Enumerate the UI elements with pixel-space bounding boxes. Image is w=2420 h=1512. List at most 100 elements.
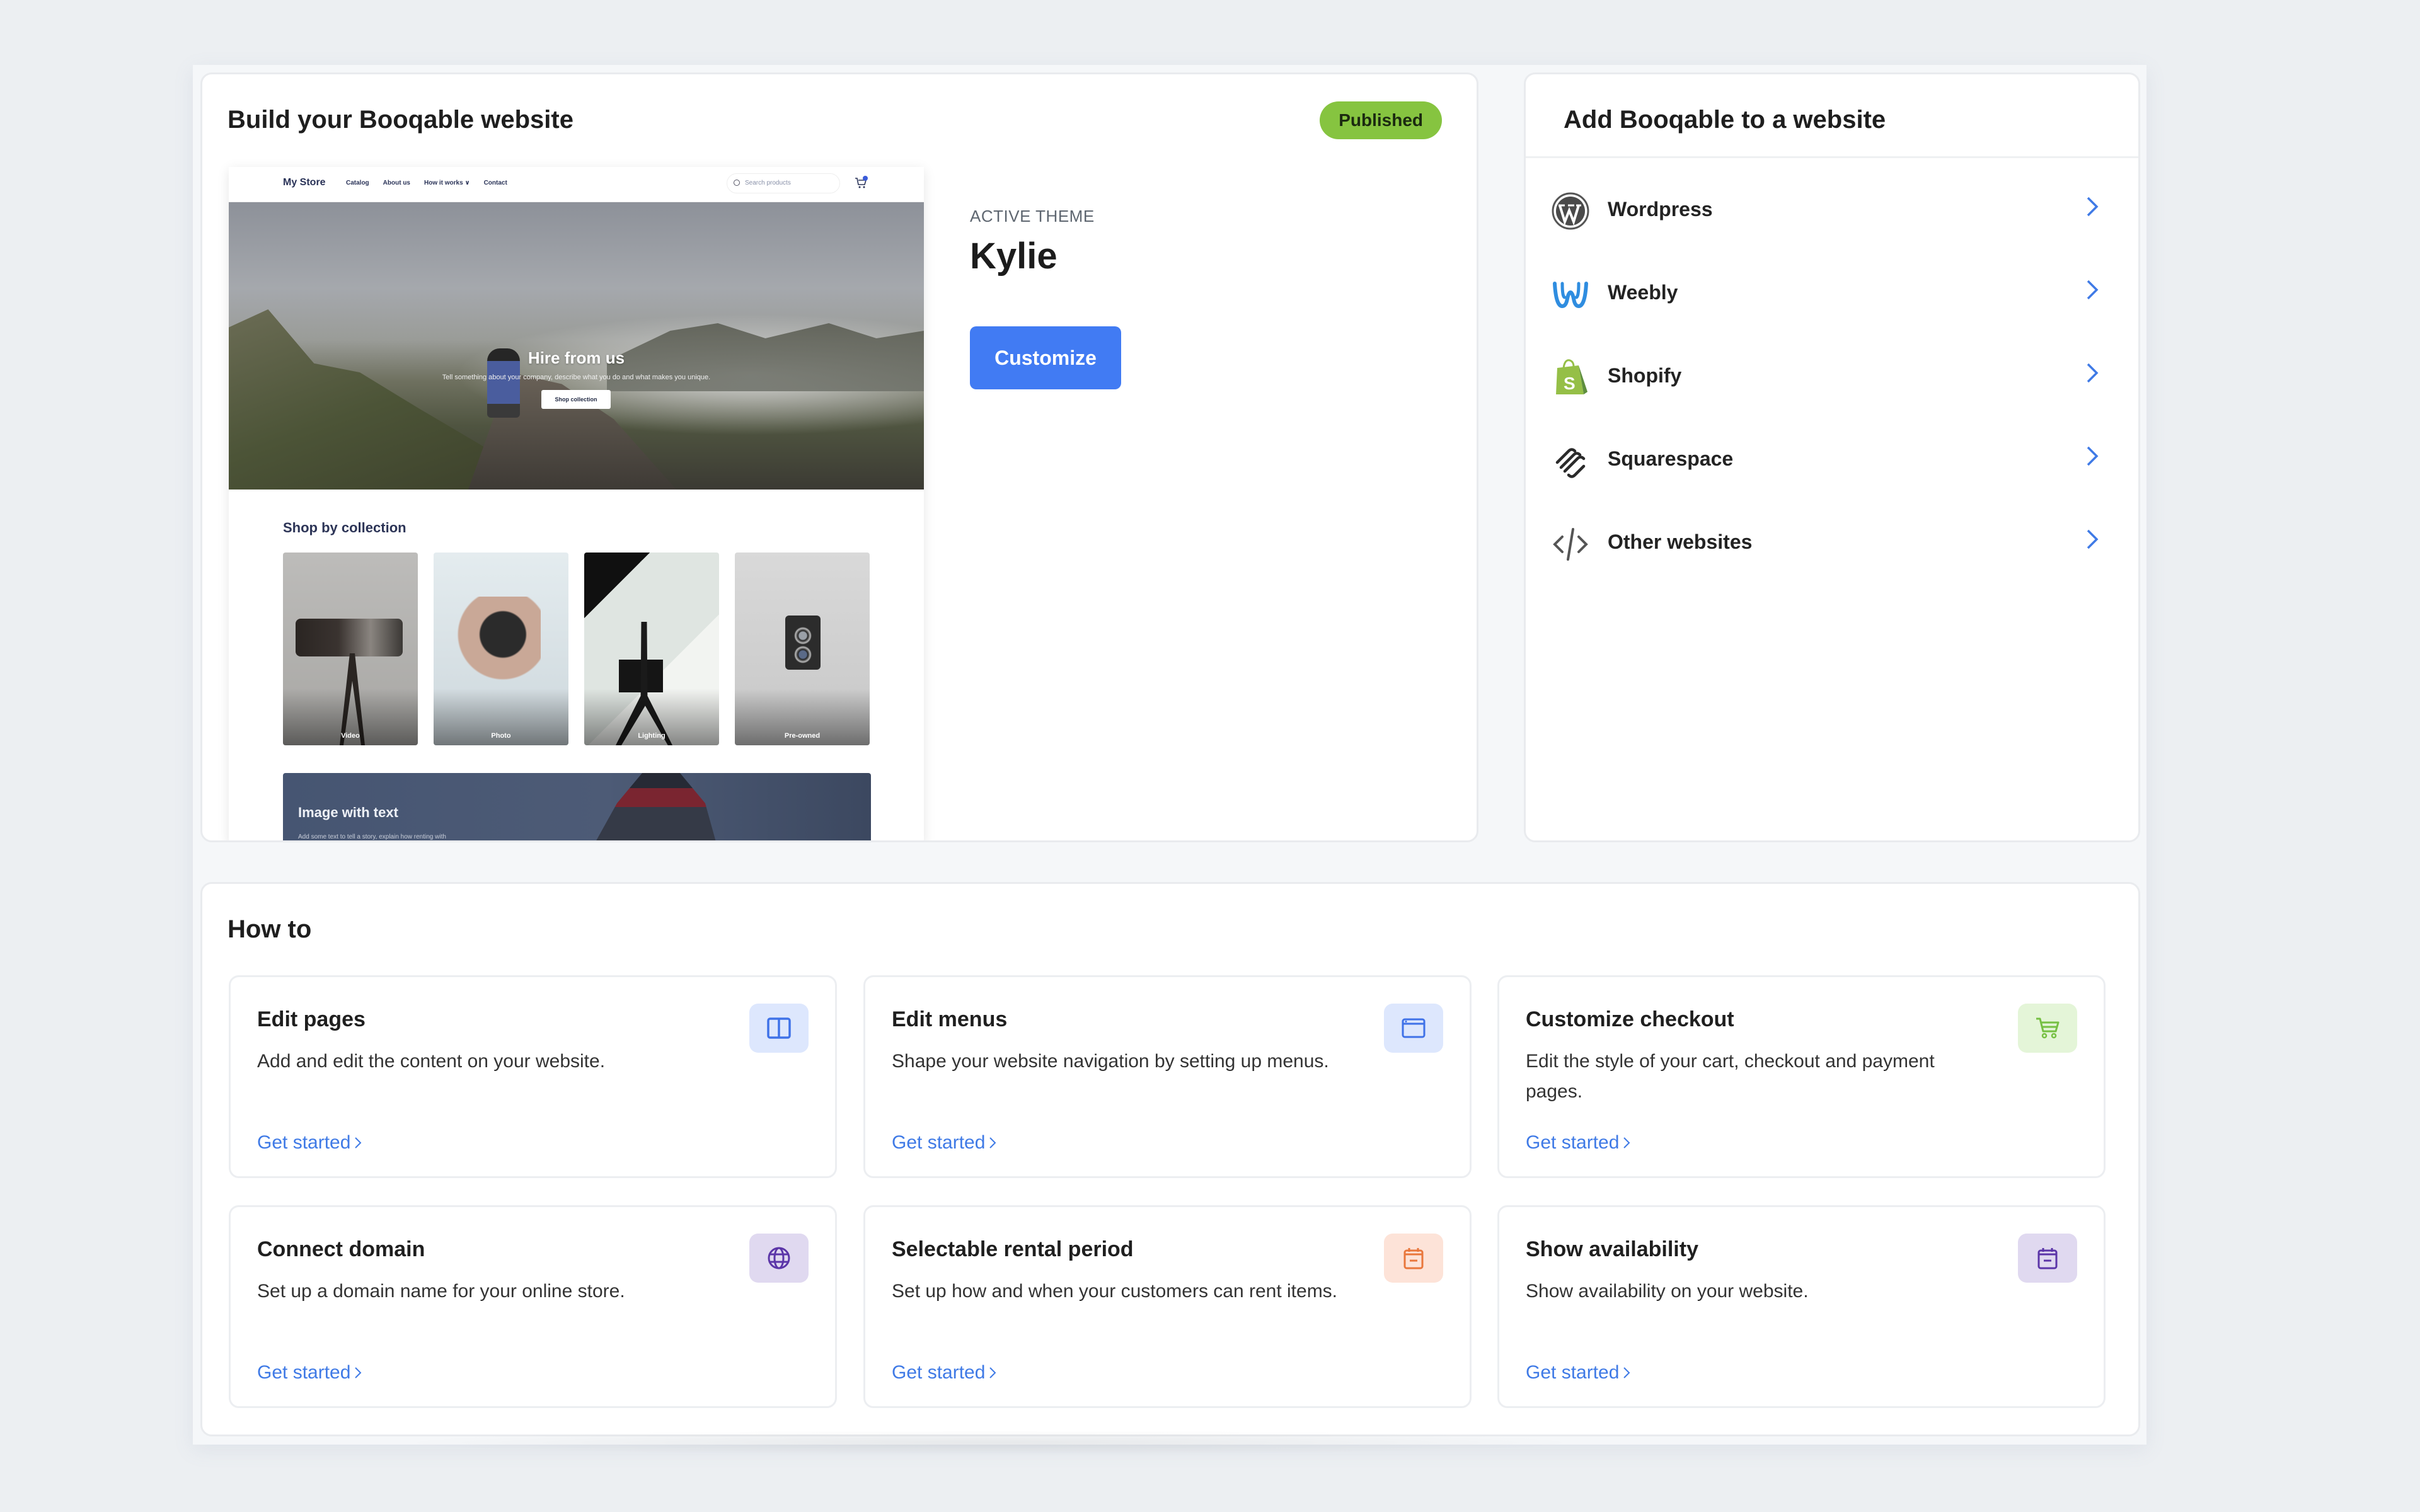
active-theme-name: Kylie [970, 236, 1057, 277]
preview-collections: Video Photo Lighting Pre-owned [283, 553, 870, 745]
preview-search: Search products [727, 173, 840, 193]
get-started-label: Get started [892, 1362, 986, 1383]
calendar-icon [2037, 1248, 2058, 1269]
get-started-link[interactable]: Get started [257, 1362, 362, 1383]
add-booqable-card: Add Booqable to a website Wordpress Weeb… [1524, 72, 2140, 842]
get-started-label: Get started [892, 1132, 986, 1153]
preview-search-placeholder: Search products [745, 180, 791, 186]
tile-title: Customize checkout [1526, 1007, 1734, 1031]
integration-shopify[interactable]: S Shopify [1526, 335, 2138, 418]
preview-hero: Hire from us Tell something about your c… [229, 202, 924, 490]
how-to-tile-connect-domain[interactable]: Connect domain Set up a domain name for … [229, 1205, 837, 1408]
preview-nav-links: Catalog About us How it works ∨ Contact [346, 180, 507, 186]
shopify-icon: S [1556, 359, 1587, 394]
chevron-right-icon [2087, 197, 2099, 217]
collection-label: Video [283, 689, 418, 745]
chevron-right-icon [2087, 280, 2099, 300]
get-started-label: Get started [1526, 1362, 1620, 1383]
calendar-icon-wrap [1384, 1234, 1443, 1283]
get-started-link[interactable]: Get started [1526, 1132, 1630, 1154]
preview-image-text-body: Add some text to tell a story, explain h… [298, 833, 446, 840]
chevron-right-icon [2087, 446, 2099, 466]
tile-description: Shape your website navigation by setting… [892, 1051, 1329, 1072]
customize-button[interactable]: Customize [970, 326, 1121, 389]
get-started-link[interactable]: Get started [892, 1132, 996, 1154]
how-to-tile-edit-pages[interactable]: Edit pages Add and edit the content on y… [229, 975, 837, 1178]
how-to-card: How to Edit pages Add and edit the conte… [200, 882, 2140, 1436]
how-to-tile-show-availability[interactable]: Show availability Show availability on y… [1497, 1205, 2106, 1408]
integration-label: Squarespace [1608, 447, 1734, 470]
preview-nav-link: How it works ∨ [424, 180, 470, 186]
collection-tile-lighting: Lighting [584, 553, 719, 745]
preview-nav-link: Catalog [346, 180, 369, 186]
preview-hero-subtitle: Tell something about your company, descr… [442, 374, 711, 381]
hand-camera-shape [446, 597, 541, 691]
globe-icon [768, 1247, 790, 1269]
tile-title: Selectable rental period [892, 1237, 1134, 1261]
add-booqable-title: Add Booqable to a website [1564, 106, 1886, 134]
cart-icon [2036, 1017, 2060, 1039]
collection-tile-preowned: Pre-owned [735, 553, 870, 745]
tile-description: Add and edit the content on your website… [257, 1051, 606, 1072]
preview-hero-button: Shop collection [541, 390, 611, 409]
cart-icon [855, 176, 868, 188]
preview-navbar: My Store Catalog About us How it works ∨… [229, 167, 924, 202]
integration-label: Wordpress [1608, 198, 1713, 220]
lens-shape [794, 646, 812, 663]
preview-collection-title: Shop by collection [283, 520, 406, 536]
integration-other-websites[interactable]: Other websites [1526, 501, 2138, 585]
status-badge: Published [1320, 101, 1442, 139]
get-started-label: Get started [1526, 1132, 1620, 1153]
how-to-tile-customize-checkout[interactable]: Customize checkout Edit the style of you… [1497, 975, 2106, 1178]
tile-description: Set up how and when your customers can r… [892, 1281, 1338, 1302]
get-started-link[interactable]: Get started [1526, 1362, 1630, 1383]
columns-icon [767, 1017, 791, 1039]
browser-window-icon-wrap [1384, 1004, 1443, 1053]
squarespace-icon [1555, 448, 1586, 478]
video-camera-shape [296, 619, 403, 656]
preview-image-text-title: Image with text [298, 805, 398, 820]
chevron-right-icon [2087, 363, 2099, 383]
tile-title: Connect domain [257, 1237, 425, 1261]
divider [1526, 156, 2138, 158]
tile-title: Show availability [1526, 1237, 1698, 1261]
chevron-right-icon [1623, 1367, 1630, 1378]
integration-label: Shopify [1608, 364, 1682, 387]
calendar-icon [1403, 1248, 1424, 1269]
get-started-link[interactable]: Get started [892, 1362, 996, 1383]
photographer-shape [592, 773, 718, 840]
get-started-link[interactable]: Get started [257, 1132, 362, 1154]
chevron-right-icon [355, 1137, 362, 1148]
lens-shape [794, 627, 812, 644]
tile-description: Set up a domain name for your online sto… [257, 1281, 625, 1302]
calendar-icon-wrap [2018, 1234, 2077, 1283]
tile-description: Show availability on your website. [1526, 1281, 1809, 1302]
get-started-label: Get started [257, 1362, 351, 1383]
integration-weebly[interactable]: Weebly [1526, 252, 2138, 335]
code-icon [1553, 528, 1588, 561]
cart-icon-wrap [2018, 1004, 2077, 1053]
globe-icon-wrap [749, 1234, 809, 1283]
preview-nav-link: About us [383, 180, 410, 186]
collection-label: Pre-owned [735, 689, 870, 745]
integration-wordpress[interactable]: Wordpress [1526, 169, 2138, 252]
bottom-shadow [391, 1430, 1588, 1455]
browser-window-icon [1402, 1018, 1426, 1038]
preview-image-with-text: Image with text Add some text to tell a … [283, 773, 871, 840]
how-to-tile-rental-period[interactable]: Selectable rental period Set up how and … [863, 1205, 1472, 1408]
how-to-tile-edit-menus[interactable]: Edit menus Shape your website navigation… [863, 975, 1472, 1178]
active-theme-label: ACTIVE THEME [970, 207, 1095, 226]
tile-description: Edit the style of your cart, checkout an… [1526, 1051, 1935, 1102]
chevron-right-icon [989, 1137, 996, 1148]
chevron-right-icon [989, 1367, 996, 1378]
collection-tile-video: Video [283, 553, 418, 745]
get-started-label: Get started [257, 1132, 351, 1153]
theme-preview[interactable]: My Store Catalog About us How it works ∨… [229, 167, 924, 840]
preview-brand: My Store [283, 177, 326, 188]
integration-squarespace[interactable]: Squarespace [1526, 418, 2138, 501]
tile-title: Edit menus [892, 1007, 1008, 1031]
integration-label: Weebly [1608, 281, 1678, 304]
collection-label: Lighting [584, 689, 719, 745]
search-icon [734, 180, 740, 186]
build-website-card: Build your Booqable website Published My… [200, 72, 1478, 842]
